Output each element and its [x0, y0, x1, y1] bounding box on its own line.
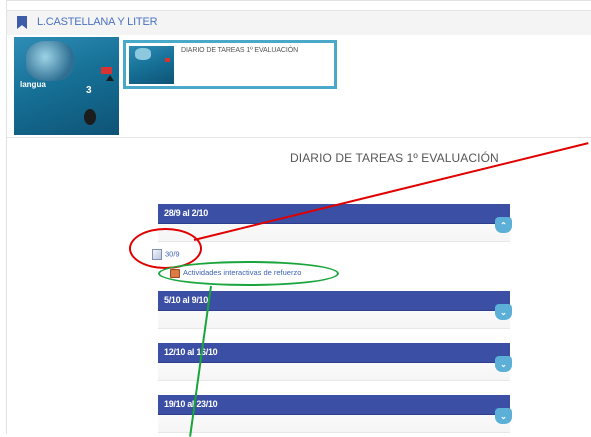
cover-brand: langua — [20, 80, 46, 89]
course-title-link[interactable]: L.CASTELLANA Y LITER — [37, 16, 158, 28]
expand-toggle-icon[interactable]: ⌄ — [495, 304, 512, 320]
cover-figure — [84, 109, 96, 125]
collapse-toggle-icon[interactable]: ⌃ — [495, 217, 512, 233]
bookmark-icon[interactable] — [17, 16, 27, 29]
week-section[interactable]: 5/10 al 9/10 ⌄ — [158, 291, 512, 329]
cover-arrow-icon — [106, 75, 114, 81]
week-label: 19/10 al 23/10 — [164, 399, 218, 409]
section-title: DIARIO DE TAREAS 1º EVALUACIÓN — [290, 151, 499, 165]
thumbnail-badge — [165, 58, 170, 62]
course-cover-area: langua 3 DIARIO DE TAREAS 1º EVALUACIÓN — [7, 35, 591, 138]
week-header-bar[interactable]: 19/10 al 23/10 — [158, 395, 510, 414]
course-header: L.CASTELLANA Y LITER — [7, 10, 591, 36]
course-cover-image[interactable]: langua 3 — [14, 37, 119, 135]
cover-level: 3 — [86, 85, 92, 96]
week-label: 5/10 al 9/10 — [164, 295, 208, 305]
week-label: 12/10 al 16/10 — [164, 347, 218, 357]
green-annotation-ellipse — [158, 261, 339, 286]
week-header-bar[interactable]: 12/10 al 16/10 — [158, 343, 510, 362]
frame-top-border — [6, 0, 591, 1]
thumbnail-image — [129, 46, 174, 84]
thumbnail-art — [135, 48, 151, 60]
week-section[interactable]: 19/10 al 23/10 ⌄ — [158, 395, 512, 433]
selected-section-thumbnail[interactable]: DIARIO DE TAREAS 1º EVALUACIÓN — [123, 40, 337, 89]
thumbnail-caption: DIARIO DE TAREAS 1º EVALUACIÓN — [181, 47, 299, 54]
expand-toggle-icon[interactable]: ⌄ — [495, 356, 512, 372]
expand-toggle-icon[interactable]: ⌄ — [495, 408, 512, 424]
publisher-badge — [101, 67, 112, 74]
cover-art-shape — [26, 41, 74, 81]
week-label: 28/9 al 2/10 — [164, 208, 208, 218]
week-header-bar[interactable]: 28/9 al 2/10 — [158, 204, 510, 223]
week-section[interactable]: 12/10 al 16/10 ⌄ — [158, 343, 512, 381]
